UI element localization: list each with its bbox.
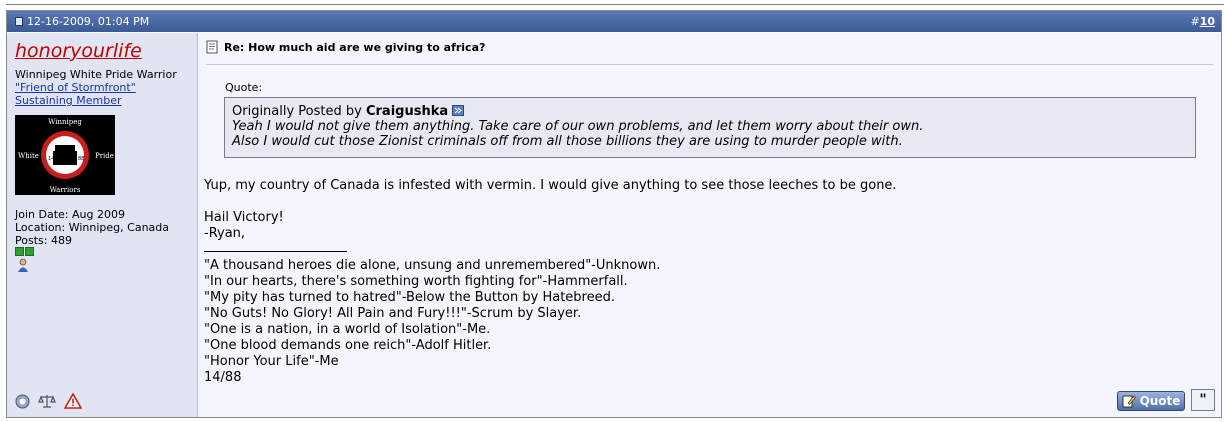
multiquote-button[interactable]: ": [1191, 389, 1215, 411]
post-signoff-1: Hail Victory!: [204, 210, 284, 225]
quote-pencil-icon: [1122, 395, 1136, 408]
post-title-row: Re: How much aid are we giving to africa…: [206, 40, 485, 54]
username-link[interactable]: honoryourlife: [15, 40, 142, 62]
quote-attribution: Originally Posted by Craigushka: [232, 104, 1188, 119]
post-date: 12-16-2009, 01:04 PM: [15, 11, 149, 32]
user-rank: Winnipeg White Pride Warrior: [15, 68, 177, 81]
forum-post: 12-16-2009, 01:04 PM #10 honoryourlife W…: [6, 10, 1222, 418]
avatar-text-top: Winnipeg: [48, 118, 82, 126]
avatar-image: Winnipeg White Pride Warriors 14 88: [15, 115, 115, 195]
offline-status-icon[interactable]: [15, 394, 30, 409]
signature-line: "One is a nation, in a world of Isolatio…: [204, 322, 491, 337]
user-status-sustaining[interactable]: Sustaining Member: [15, 94, 122, 107]
post-title: Re: How much aid are we giving to africa…: [224, 40, 486, 54]
avatar-text-88: 88: [78, 156, 84, 162]
quote-author: Craigushka: [365, 104, 449, 119]
post-date-text: 12-16-2009, 01:04 PM: [27, 15, 150, 28]
sidebar-footer: [15, 393, 82, 409]
post-paragraph: Yup, my country of Canada is infested wi…: [204, 178, 897, 193]
quote-block: Originally Posted by Craigushka Yeah I w…: [224, 97, 1196, 158]
post-content: Re: How much aid are we giving to africa…: [198, 33, 1221, 417]
signature-line: "My pity has turned to hatred"-Below the…: [204, 290, 615, 305]
signature-divider: [204, 251, 347, 258]
user-status-friend[interactable]: "Friend of Stormfront": [15, 81, 136, 94]
post-header: 12-16-2009, 01:04 PM #10: [7, 11, 1221, 32]
avatar-text-bottom: Warriors: [50, 186, 81, 194]
post-document-icon: [206, 40, 218, 54]
quote-button-label: Quote: [1139, 394, 1181, 408]
top-divider: [6, 0, 1224, 5]
post-permalink[interactable]: 10: [1200, 15, 1215, 28]
quote-label: Quote:: [225, 81, 263, 94]
post-icon: [15, 17, 23, 26]
post-body: Yup, my country of Canada is infested wi…: [204, 178, 897, 386]
join-date: Join Date: Aug 2009: [15, 208, 125, 221]
avatar-text-14: 14: [48, 156, 54, 162]
report-post-icon[interactable]: [64, 393, 82, 409]
avatar-text-right: Pride: [95, 152, 114, 160]
post-number-prefix: #: [1190, 15, 1200, 28]
signature-line: "A thousand heroes die alone, unsung and…: [204, 258, 661, 273]
avatar-text-left: White: [18, 152, 39, 160]
title-divider: [206, 64, 1213, 65]
signature-line: "No Guts! No Glory! All Pain and Fury!!!…: [204, 306, 582, 321]
view-post-arrow-icon[interactable]: [452, 105, 465, 116]
user-icon: [18, 258, 28, 272]
quote-button[interactable]: Quote: [1117, 391, 1185, 411]
avatar: Winnipeg White Pride Warriors 14 88: [15, 115, 115, 195]
user-location: Location: Winnipeg, Canada: [15, 221, 169, 234]
signature-line: "Honor Your Life"-Me: [204, 354, 339, 369]
quote-line-2: Also I would cut those Zionist criminals…: [232, 134, 903, 149]
signature-line: "In our hearts, there's something worth …: [204, 274, 628, 289]
signature-line: "One blood demands one reich"-Adolf Hitl…: [204, 338, 492, 353]
quote-posted-by: Originally Posted by: [232, 104, 362, 119]
post-count: Posts: 489: [15, 234, 72, 247]
post-signoff-2: -Ryan,: [204, 226, 246, 241]
multiquote-icon: ": [1199, 392, 1207, 408]
user-sidebar: honoryourlife Winnipeg White Pride Warri…: [7, 33, 198, 417]
post-number: #10: [1190, 11, 1215, 32]
signature-line: 14/88: [204, 370, 242, 385]
reputation-icon: [15, 247, 34, 256]
quote-line-1: Yeah I would not give them anything. Tak…: [232, 119, 924, 134]
reputation-scales-icon[interactable]: [38, 393, 56, 409]
